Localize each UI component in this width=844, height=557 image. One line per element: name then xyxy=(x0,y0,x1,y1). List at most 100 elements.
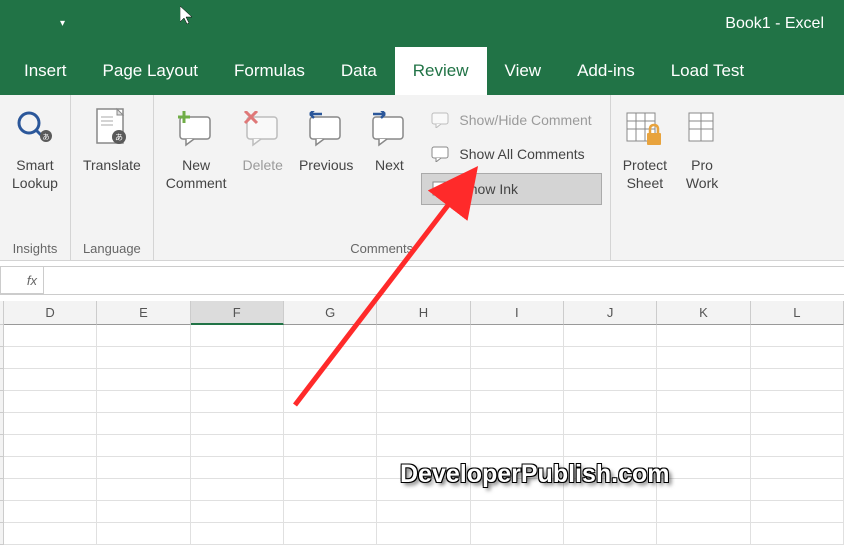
new-comment-button[interactable]: New Comment xyxy=(158,101,235,196)
fx-label[interactable]: fx xyxy=(0,267,44,294)
cell[interactable] xyxy=(751,435,844,457)
cell[interactable] xyxy=(191,501,284,523)
cell[interactable] xyxy=(471,325,564,347)
cell[interactable] xyxy=(564,413,657,435)
cell[interactable] xyxy=(377,325,470,347)
cell[interactable] xyxy=(191,369,284,391)
cell[interactable] xyxy=(564,501,657,523)
cell[interactable] xyxy=(377,347,470,369)
cell[interactable] xyxy=(97,369,190,391)
cell[interactable] xyxy=(4,391,97,413)
translate-button[interactable]: あ Translate xyxy=(75,101,149,179)
cell[interactable] xyxy=(751,347,844,369)
tab-data[interactable]: Data xyxy=(323,47,395,95)
column-header-D[interactable]: D xyxy=(4,301,97,325)
cell[interactable] xyxy=(191,435,284,457)
column-header-J[interactable]: J xyxy=(564,301,657,325)
cell[interactable] xyxy=(657,501,750,523)
cell[interactable] xyxy=(377,369,470,391)
cell[interactable] xyxy=(471,413,564,435)
tab-addins[interactable]: Add-ins xyxy=(559,47,653,95)
column-header-F[interactable]: F xyxy=(191,301,284,325)
cell[interactable] xyxy=(97,325,190,347)
cell[interactable] xyxy=(564,325,657,347)
cell[interactable] xyxy=(4,347,97,369)
cell[interactable] xyxy=(191,479,284,501)
cell[interactable] xyxy=(284,501,377,523)
cell[interactable] xyxy=(191,413,284,435)
cell[interactable] xyxy=(191,523,284,545)
cell[interactable] xyxy=(751,369,844,391)
cell[interactable] xyxy=(284,391,377,413)
tab-load-test[interactable]: Load Test xyxy=(653,47,762,95)
cell[interactable] xyxy=(377,413,470,435)
cell[interactable] xyxy=(377,435,470,457)
cell[interactable] xyxy=(284,479,377,501)
cell[interactable] xyxy=(191,325,284,347)
tab-formulas[interactable]: Formulas xyxy=(216,47,323,95)
protect-sheet-button[interactable]: Protect Sheet xyxy=(615,101,675,196)
cell[interactable] xyxy=(564,435,657,457)
cell[interactable] xyxy=(191,457,284,479)
cell[interactable] xyxy=(97,435,190,457)
cell[interactable] xyxy=(284,325,377,347)
next-comment-button[interactable]: Next xyxy=(361,101,417,179)
cell[interactable] xyxy=(751,501,844,523)
cell[interactable] xyxy=(657,325,750,347)
cell[interactable] xyxy=(471,369,564,391)
cell[interactable] xyxy=(4,479,97,501)
cell[interactable] xyxy=(751,391,844,413)
cell[interactable] xyxy=(377,391,470,413)
cell[interactable] xyxy=(657,435,750,457)
cell[interactable] xyxy=(471,347,564,369)
cell[interactable] xyxy=(97,501,190,523)
cell[interactable] xyxy=(4,413,97,435)
tab-review[interactable]: Review xyxy=(395,47,487,95)
cell[interactable] xyxy=(4,523,97,545)
cell[interactable] xyxy=(471,391,564,413)
cell[interactable] xyxy=(657,391,750,413)
cell[interactable] xyxy=(284,435,377,457)
column-header-I[interactable]: I xyxy=(471,301,564,325)
cell[interactable] xyxy=(564,369,657,391)
cell[interactable] xyxy=(4,325,97,347)
cell[interactable] xyxy=(97,347,190,369)
column-header-H[interactable]: H xyxy=(377,301,470,325)
cell[interactable] xyxy=(751,413,844,435)
cell[interactable] xyxy=(97,479,190,501)
show-ink-button[interactable]: Show Ink xyxy=(421,173,601,205)
cell[interactable] xyxy=(284,523,377,545)
cell[interactable] xyxy=(751,457,844,479)
cell[interactable] xyxy=(284,413,377,435)
cell[interactable] xyxy=(4,457,97,479)
cell[interactable] xyxy=(191,347,284,369)
cell[interactable] xyxy=(751,325,844,347)
cell[interactable] xyxy=(4,501,97,523)
cell[interactable] xyxy=(377,501,470,523)
cell[interactable] xyxy=(97,413,190,435)
cell[interactable] xyxy=(751,523,844,545)
qat-dropdown-icon[interactable]: ▾ xyxy=(60,18,65,29)
cell[interactable] xyxy=(564,347,657,369)
cell[interactable] xyxy=(471,435,564,457)
column-header-L[interactable]: L xyxy=(751,301,844,325)
cell[interactable] xyxy=(657,413,750,435)
cell[interactable] xyxy=(377,523,470,545)
cell[interactable] xyxy=(4,369,97,391)
cell[interactable] xyxy=(657,369,750,391)
cell[interactable] xyxy=(657,457,750,479)
cell[interactable] xyxy=(564,523,657,545)
protect-workbook-button[interactable]: Pro Work xyxy=(675,101,729,196)
cell[interactable] xyxy=(97,523,190,545)
show-all-comments-button[interactable]: Show All Comments xyxy=(421,139,601,169)
cell[interactable] xyxy=(97,391,190,413)
cell[interactable] xyxy=(657,479,750,501)
cell[interactable] xyxy=(284,347,377,369)
formula-input[interactable] xyxy=(44,267,844,294)
column-header-G[interactable]: G xyxy=(284,301,377,325)
tab-insert[interactable]: Insert xyxy=(6,47,85,95)
smart-lookup-button[interactable]: あ Smart Lookup xyxy=(4,101,66,196)
cell[interactable] xyxy=(471,523,564,545)
cell[interactable] xyxy=(657,347,750,369)
cell[interactable] xyxy=(97,457,190,479)
